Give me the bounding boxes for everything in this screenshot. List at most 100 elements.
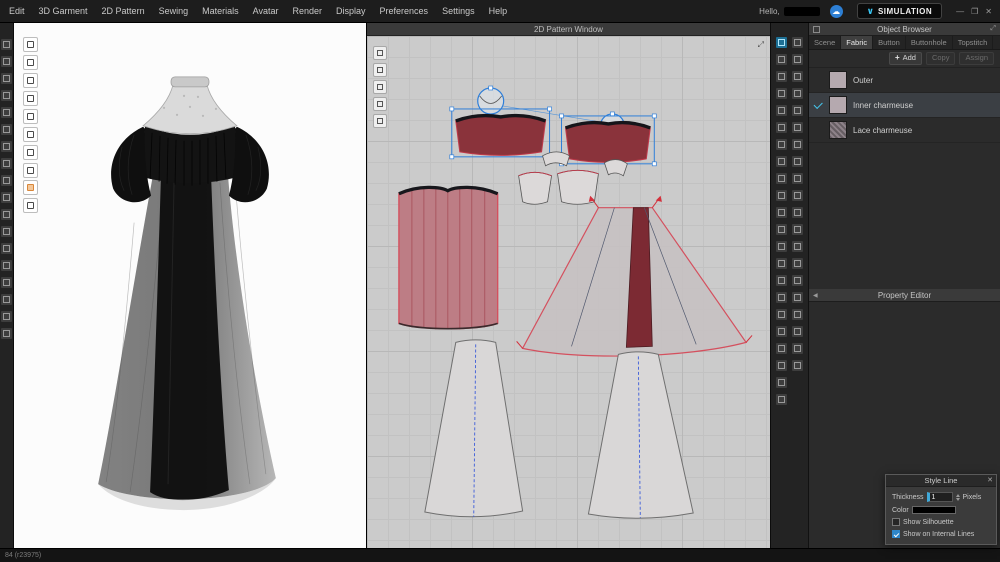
show-avatar-icon[interactable] [1,90,12,101]
layer-icon[interactable] [792,360,803,371]
edit-curve-2d-icon[interactable] [373,97,387,111]
menu-help[interactable]: Help [482,0,515,22]
shirring-icon[interactable] [792,241,803,252]
close-icon[interactable]: ✕ [985,7,992,16]
pattern-collar-left[interactable] [478,86,504,114]
grid-icon[interactable] [792,326,803,337]
steam-icon[interactable] [792,258,803,269]
property-editor-header[interactable]: ◀ Property Editor [809,289,1000,302]
base-line-icon[interactable] [776,275,787,286]
add-point-icon[interactable] [776,105,787,116]
tab-topstitch[interactable]: Topstitch [953,36,994,49]
trace-icon[interactable] [373,114,387,128]
symmetric-icon[interactable] [776,292,787,303]
add-fabric-button[interactable]: + Add [889,52,922,65]
select-move-icon[interactable] [792,54,803,65]
view-pan-icon[interactable] [1,56,12,67]
polygon-icon[interactable] [776,122,787,133]
sewing-edit-icon[interactable] [792,88,803,99]
color-swatch[interactable] [912,506,956,514]
mn-sewing-icon[interactable] [792,122,803,133]
arrangement-point-icon[interactable] [23,198,38,213]
menu-avatar[interactable]: Avatar [246,0,286,22]
add-point-2d-icon[interactable] [373,80,387,94]
snap-icon[interactable] [792,343,803,354]
internal-circle-icon[interactable] [776,258,787,269]
zipper-icon[interactable] [792,173,803,184]
fit-map-icon[interactable] [1,226,12,237]
edit-pattern-icon[interactable] [776,71,787,82]
text-icon[interactable] [776,360,787,371]
attach-icon[interactable] [792,156,803,167]
internal-polygon-icon[interactable] [776,224,787,235]
tab-fabric[interactable]: Fabric [841,36,873,49]
grading-icon[interactable] [776,309,787,320]
show-grainline-icon[interactable] [1,294,12,305]
menu-edit[interactable]: Edit [2,0,32,22]
collapse-arrow-icon[interactable]: ◀ [813,292,818,299]
notch-icon[interactable] [776,190,787,201]
select-mesh-icon[interactable] [23,73,38,88]
fold-arrangement-icon[interactable] [792,139,803,150]
fabric-row-outer[interactable]: Outer [809,68,1000,93]
show-annotation-icon[interactable] [1,328,12,339]
menu-render[interactable]: Render [285,0,329,22]
pressure-map-icon[interactable] [1,192,12,203]
tab-buttonhole[interactable]: Buttonhole [906,36,953,49]
annotation-icon[interactable] [776,343,787,354]
show-silhouette-checkbox[interactable] [892,518,900,526]
print-layout-icon[interactable] [776,326,787,337]
sewing-3d-icon[interactable] [23,127,38,142]
fabric-row-inner-charmeuse[interactable]: Inner charmeuse [809,93,1000,118]
pin-tool-icon[interactable] [792,71,803,82]
rectangle-icon[interactable] [776,139,787,150]
copy-fabric-button[interactable]: Copy [926,52,956,64]
free-sewing-icon[interactable] [792,105,803,116]
menu-settings[interactable]: Settings [435,0,482,22]
fabric-swatch[interactable] [829,121,847,139]
fabric-swatch[interactable] [829,71,847,89]
simulate-2d-icon[interactable] [792,37,803,48]
minimize-icon[interactable]: — [956,7,964,16]
tab-button[interactable]: Button [873,36,906,49]
thick-texture-icon[interactable] [1,158,12,169]
menu-2d-pattern[interactable]: 2D Pattern [95,0,152,22]
dialog-close-icon[interactable]: ✕ [987,475,993,487]
pattern-underskirt-right[interactable] [588,352,693,518]
measure-icon[interactable] [776,377,787,388]
topstitch-icon[interactable] [792,224,803,235]
menu-display[interactable]: Display [329,0,373,22]
menu-3d-garment[interactable]: 3D Garment [32,0,95,22]
show-seam-icon[interactable] [1,243,12,254]
style-line-titlebar[interactable]: Style Line ✕ [886,475,996,487]
simulate-icon[interactable] [23,37,38,52]
thickness-stepper[interactable] [956,494,960,501]
menu-sewing[interactable]: Sewing [152,0,196,22]
select-move-3d-icon[interactable] [23,55,38,70]
select-box-2d-icon[interactable] [776,37,787,48]
transform-pattern-icon[interactable] [776,54,787,65]
menu-materials[interactable]: Materials [195,0,246,22]
texture-surface-icon[interactable] [1,141,12,152]
pattern-canvas-2d[interactable]: ⤢ [367,36,770,548]
garment-3d-dress[interactable] [14,23,366,548]
edit-curvature-icon[interactable] [776,88,787,99]
cloud-icon[interactable]: ☁ [830,5,843,18]
circle-tool-icon[interactable] [776,156,787,167]
dart-icon[interactable] [776,173,787,184]
gizmo-icon[interactable] [23,109,38,124]
buttonhole-icon[interactable] [792,207,803,218]
monochrome-icon[interactable] [1,175,12,186]
internal-rect-icon[interactable] [776,241,787,252]
maximize-icon[interactable]: ❐ [971,7,978,16]
expand-canvas-icon[interactable]: ⤢ [758,40,764,50]
pattern-window-titlebar[interactable]: 2D Pattern Window [367,23,770,36]
show-internal-line-icon[interactable] [1,311,12,322]
show-mesh-icon[interactable] [1,124,12,135]
avatar-icon[interactable] [23,180,38,195]
viewport-3d[interactable] [14,23,366,548]
zoom-fit-icon[interactable] [792,309,803,320]
thickness-input[interactable] [927,492,953,502]
tack-icon[interactable] [792,275,803,286]
pattern-underskirt-left[interactable] [425,340,523,517]
